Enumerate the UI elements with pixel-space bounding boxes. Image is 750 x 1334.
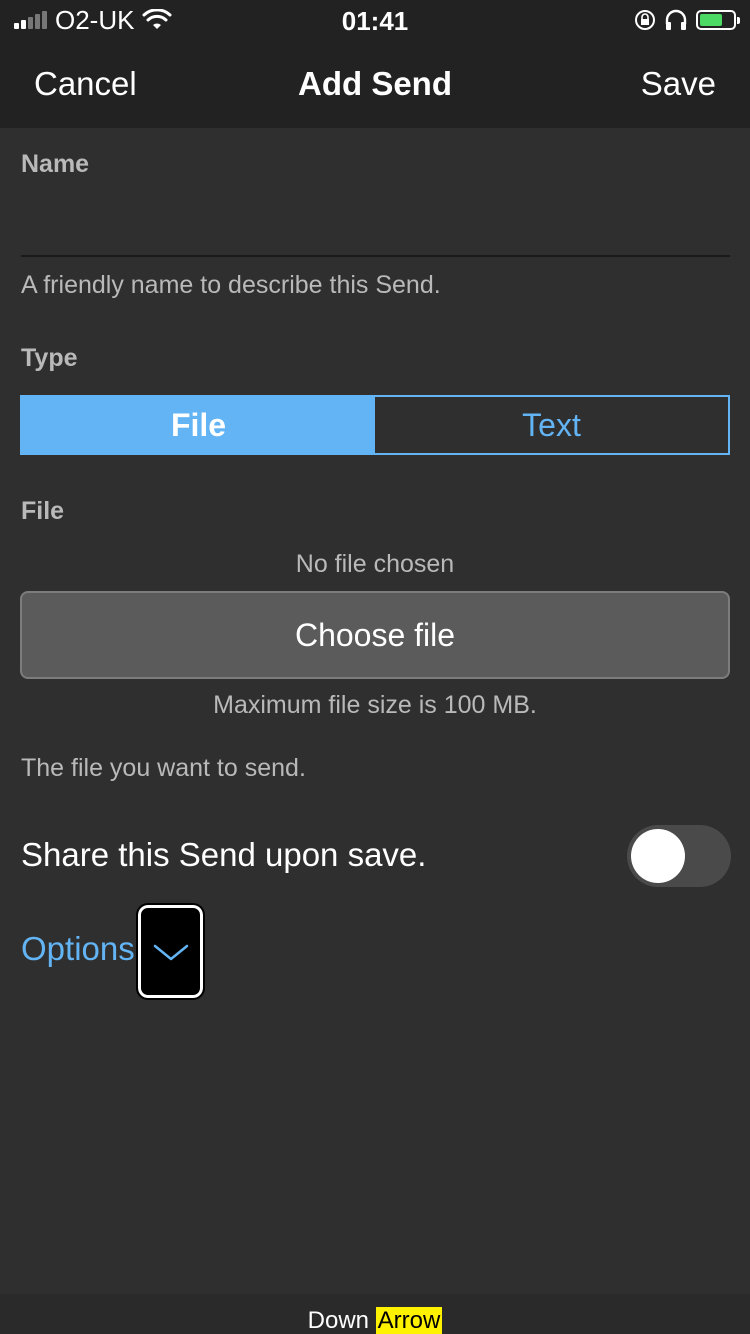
options-link[interactable]: Options <box>21 930 135 968</box>
headphones-icon <box>665 9 687 30</box>
battery-icon <box>696 10 740 30</box>
choose-file-button[interactable]: Choose file <box>20 591 730 679</box>
toggle-knob <box>631 829 685 883</box>
status-right <box>634 9 740 31</box>
type-segmented-control: File Text <box>20 395 730 455</box>
cancel-button[interactable]: Cancel <box>34 65 137 103</box>
navigation-bar: Cancel Add Send Save <box>0 40 750 128</box>
file-label: File <box>21 497 65 525</box>
no-file-chosen-text: No file chosen <box>295 550 455 578</box>
share-on-save-toggle[interactable] <box>627 825 731 887</box>
options-expand-button[interactable] <box>136 903 205 1000</box>
name-help-text: A friendly name to describe this Send. <box>21 271 441 299</box>
status-bar: O2-UK 01:41 <box>0 0 750 40</box>
wifi-icon <box>142 9 172 29</box>
share-on-save-label: Share this Send upon save. <box>21 836 427 873</box>
carrier-name: O2-UK <box>55 4 135 35</box>
caption-bar: Down Arrow <box>0 1294 750 1334</box>
name-input[interactable] <box>21 195 730 257</box>
chevron-down-icon <box>153 944 188 960</box>
save-button[interactable]: Save <box>641 65 716 103</box>
type-option-text[interactable]: Text <box>375 397 728 453</box>
name-label: Name <box>21 150 90 178</box>
caption-word-down: Down <box>307 1307 369 1334</box>
status-left: O2-UK <box>14 5 172 36</box>
type-option-file[interactable]: File <box>22 397 375 453</box>
signal-icon <box>14 11 47 29</box>
file-help-text: The file you want to send. <box>21 754 306 782</box>
add-send-screen: O2-UK 01:41 Cancel Add Send Save Name A … <box>0 0 750 1334</box>
orientation-lock-icon <box>635 10 655 30</box>
max-file-size-text: Maximum file size is 100 MB. <box>213 691 537 719</box>
type-label: Type <box>21 344 78 372</box>
caption-word-arrow: Arrow <box>375 1307 443 1334</box>
